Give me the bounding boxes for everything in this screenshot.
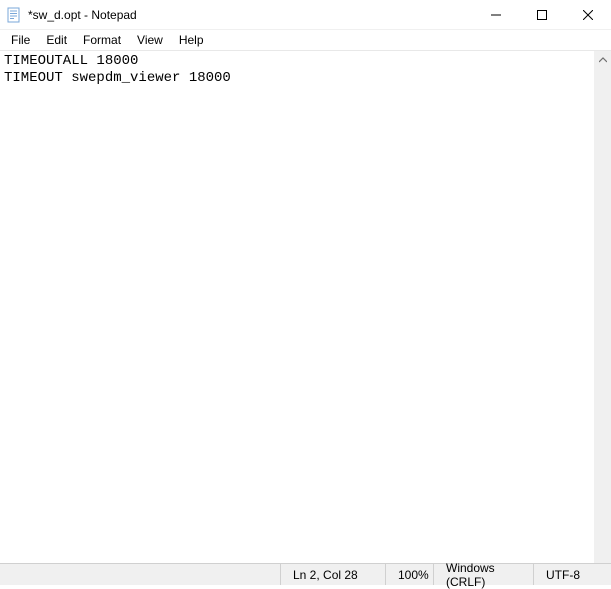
titlebar: *sw_d.opt - Notepad <box>0 0 611 30</box>
statusbar: Ln 2, Col 28 100% Windows (CRLF) UTF-8 <box>0 563 611 585</box>
minimize-button[interactable] <box>473 0 519 29</box>
close-button[interactable] <box>565 0 611 29</box>
window-title: *sw_d.opt - Notepad <box>28 8 137 22</box>
menu-help[interactable]: Help <box>172 31 211 49</box>
menu-view[interactable]: View <box>130 31 170 49</box>
menu-file[interactable]: File <box>4 31 37 49</box>
status-encoding: UTF-8 <box>533 564 611 585</box>
notepad-icon <box>6 7 22 23</box>
window-controls <box>473 0 611 29</box>
maximize-button[interactable] <box>519 0 565 29</box>
menubar: File Edit Format View Help <box>0 30 611 50</box>
status-cursor: Ln 2, Col 28 <box>280 564 385 585</box>
scroll-up-icon[interactable] <box>594 51 611 68</box>
status-zoom: 100% <box>385 564 433 585</box>
status-line-ending: Windows (CRLF) <box>433 564 533 585</box>
menu-format[interactable]: Format <box>76 31 128 49</box>
editor-area <box>0 50 611 563</box>
menu-edit[interactable]: Edit <box>39 31 74 49</box>
vertical-scrollbar[interactable] <box>594 51 611 563</box>
text-editor[interactable] <box>0 51 594 563</box>
